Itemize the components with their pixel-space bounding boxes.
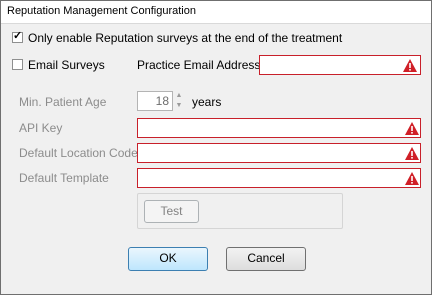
api-key-label: API Key: [19, 121, 63, 135]
only-end-of-treatment-checkbox[interactable]: ✓: [12, 30, 23, 43]
warning-icon: [405, 122, 419, 135]
dialog-window: Reputation Management Configuration ✓ On…: [0, 0, 432, 295]
only-end-of-treatment-label[interactable]: Only enable Reputation surveys at the en…: [28, 31, 342, 45]
email-surveys-label[interactable]: Email Surveys: [28, 58, 105, 72]
warning-icon: [405, 172, 419, 185]
min-patient-age-input[interactable]: 18: [137, 91, 173, 111]
practice-email-input[interactable]: [259, 55, 421, 75]
warning-icon: [405, 147, 419, 160]
check-icon: ✓: [13, 30, 23, 42]
ok-button[interactable]: OK: [128, 247, 208, 271]
window-title: Reputation Management Configuration: [7, 5, 196, 17]
default-template-input[interactable]: [137, 168, 421, 188]
default-location-code-label: Default Location Code: [19, 146, 138, 160]
cancel-button[interactable]: Cancel: [226, 247, 306, 271]
warning-icon: [403, 59, 417, 72]
practice-email-label: Practice Email Address: [137, 58, 261, 72]
title-bar: Reputation Management Configuration: [1, 1, 431, 24]
min-patient-age-label: Min. Patient Age: [19, 95, 107, 109]
default-template-label: Default Template: [19, 171, 109, 185]
min-patient-age-spinner[interactable]: ▲ ▼: [173, 91, 185, 111]
email-surveys-checkbox[interactable]: [12, 59, 23, 70]
age-unit-label: years: [192, 95, 222, 109]
default-location-code-input[interactable]: [137, 143, 421, 163]
test-button[interactable]: Test: [144, 200, 199, 223]
spin-up-icon[interactable]: ▲: [173, 91, 185, 101]
api-key-input[interactable]: [137, 118, 421, 138]
spin-down-icon[interactable]: ▼: [173, 101, 185, 111]
